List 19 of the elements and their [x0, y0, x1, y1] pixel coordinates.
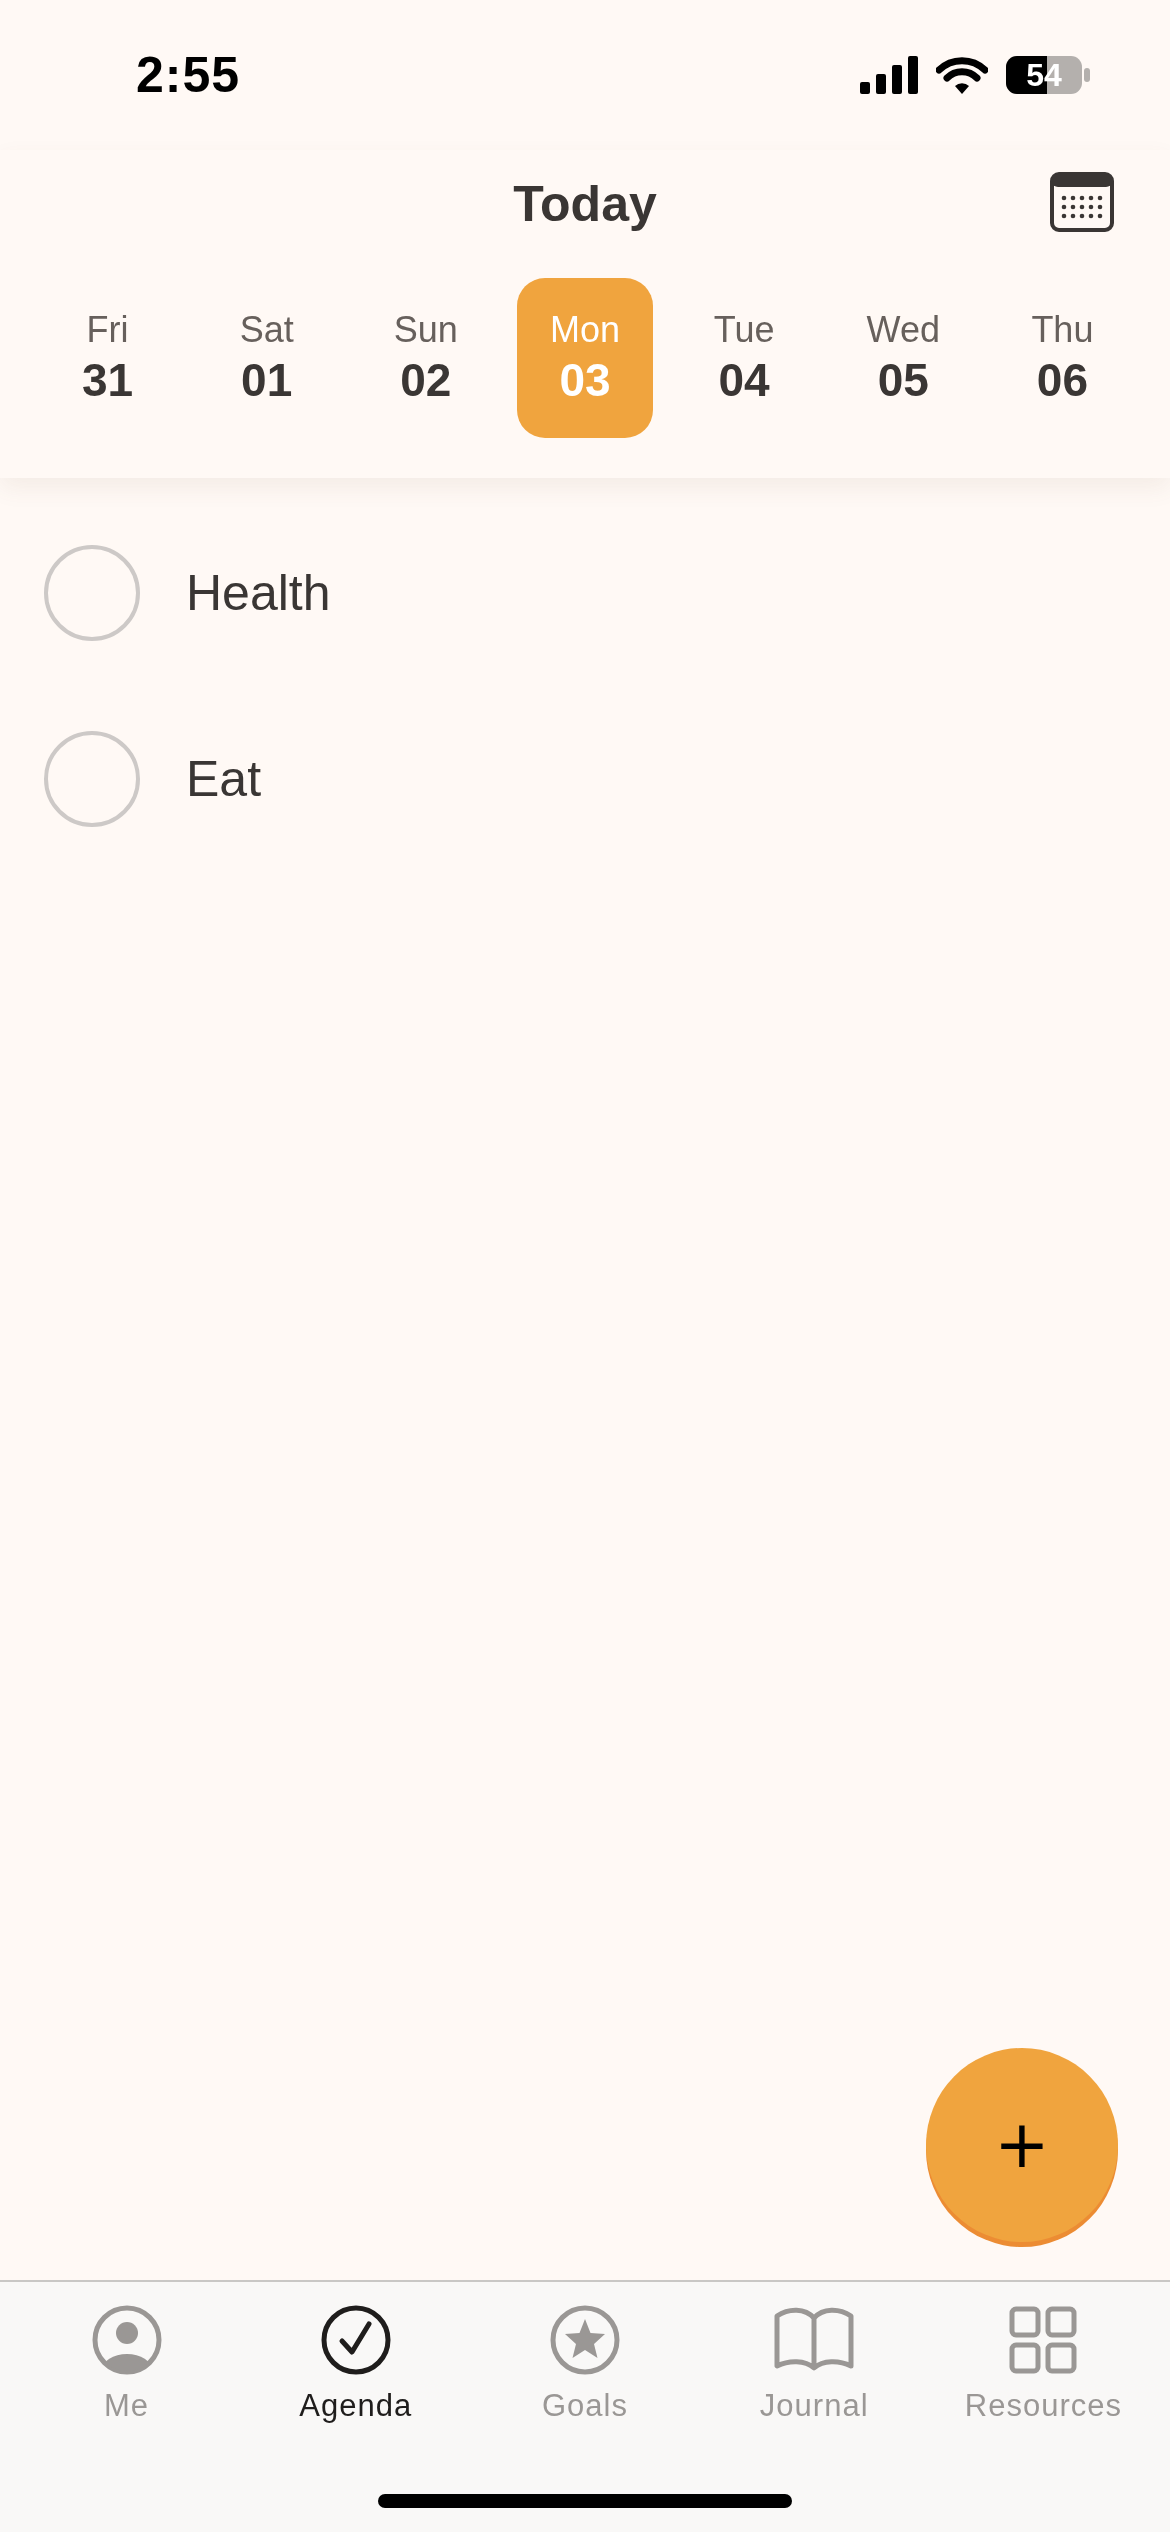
- day-tab[interactable]: Fri 31: [39, 278, 176, 438]
- day-tab[interactable]: Sat 01: [198, 278, 335, 438]
- task-label: Eat: [186, 750, 262, 808]
- task-checkbox[interactable]: [44, 545, 140, 641]
- signal-icon: [860, 56, 918, 94]
- task-checkbox[interactable]: [44, 731, 140, 827]
- day-tab[interactable]: Thu 06: [994, 278, 1131, 438]
- calendar-icon[interactable]: [1050, 172, 1114, 232]
- checkmark-icon: [319, 2304, 392, 2376]
- task-label: Health: [186, 564, 331, 622]
- status-time: 2:55: [136, 46, 241, 104]
- tab-button[interactable]: Agenda: [241, 2282, 471, 2424]
- page-title: Today: [513, 175, 657, 233]
- person-icon: [90, 2304, 163, 2376]
- wifi-icon: [936, 56, 988, 94]
- day-tab[interactable]: Sun 02: [357, 278, 494, 438]
- grid-icon: [1009, 2304, 1078, 2376]
- day-tab[interactable]: Wed 05: [835, 278, 972, 438]
- day-tab[interactable]: Tue 04: [676, 278, 813, 438]
